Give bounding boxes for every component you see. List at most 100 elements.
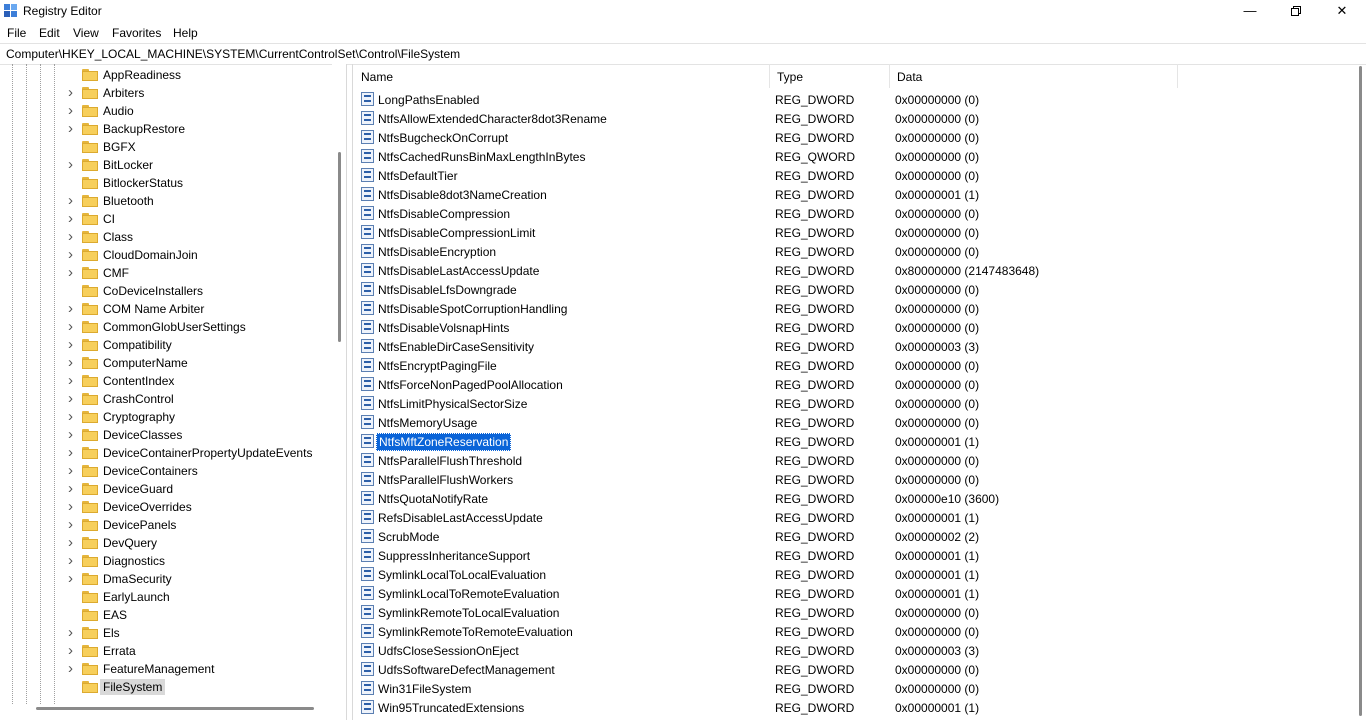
chevron-right-icon[interactable]: ›	[68, 571, 78, 586]
tree-item[interactable]: › ContentIndex	[0, 372, 330, 390]
value-row[interactable]: NtfsDisableLastAccessUpdate REG_DWORD 0x80…	[353, 261, 1353, 280]
value-row[interactable]: SymlinkLocalToRemoteEvaluation REG_DWORD 0…	[353, 584, 1353, 603]
value-row[interactable]: NtfsDisableSpotCorruptionHandling REG_DWO…	[353, 299, 1353, 318]
tree-item[interactable]: › CloudDomainJoin	[0, 246, 330, 264]
tree-item[interactable]: › CMF	[0, 264, 330, 282]
value-row[interactable]: SymlinkRemoteToLocalEvaluation REG_DWORD 0…	[353, 603, 1353, 622]
tree-item[interactable]: › BitLocker	[0, 156, 330, 174]
value-row[interactable]: NtfsEncryptPagingFile REG_DWORD 0x00000000…	[353, 356, 1353, 375]
value-row[interactable]: NtfsDisableEncryption REG_DWORD 0x00000000…	[353, 242, 1353, 261]
tree-item[interactable]: › Audio	[0, 102, 330, 120]
value-row[interactable]: UdfsSoftwareDefectManagement REG_DWORD 0x0…	[353, 660, 1353, 679]
tree-item[interactable]: FileSystem	[0, 678, 330, 696]
tree-item[interactable]: BGFX	[0, 138, 330, 156]
menu-view[interactable]: View	[73, 26, 99, 40]
chevron-right-icon[interactable]: ›	[68, 211, 78, 226]
tree-item[interactable]: BitlockerStatus	[0, 174, 330, 192]
tree-item[interactable]: › Cryptography	[0, 408, 330, 426]
chevron-right-icon[interactable]: ›	[68, 661, 78, 676]
menu-favorites[interactable]: Favorites	[112, 26, 161, 40]
tree-item[interactable]: › CI	[0, 210, 330, 228]
chevron-right-icon[interactable]: ›	[68, 535, 78, 550]
tree-item[interactable]: › DmaSecurity	[0, 570, 330, 588]
chevron-right-icon[interactable]: ›	[68, 265, 78, 280]
value-row[interactable]: NtfsDisableVolsnapHints REG_DWORD 0x000000…	[353, 318, 1353, 337]
value-row[interactable]: NtfsDisableCompressionLimit REG_DWORD 0x00…	[353, 223, 1353, 242]
chevron-right-icon[interactable]: ›	[68, 445, 78, 460]
value-row[interactable]: NtfsLimitPhysicalSectorSize REG_DWORD 0x00…	[353, 394, 1353, 413]
value-row[interactable]: ScrubMode REG_DWORD 0x00000002 (2)	[353, 527, 1353, 546]
menu-file[interactable]: File	[7, 26, 26, 40]
tree-item[interactable]: › ComputerName	[0, 354, 330, 372]
chevron-right-icon[interactable]: ›	[68, 373, 78, 388]
column-header-data[interactable]: Data	[889, 64, 1178, 88]
value-row[interactable]: RefsDisableLastAccessUpdate REG_DWORD 0x00…	[353, 508, 1353, 527]
chevron-right-icon[interactable]: ›	[68, 481, 78, 496]
value-row[interactable]: NtfsMftZoneReservation REG_DWORD 0x0000000…	[353, 432, 1353, 451]
value-row[interactable]: NtfsParallelFlushWorkers REG_DWORD 0x00000…	[353, 470, 1353, 489]
value-row[interactable]: NtfsAllowExtendedCharacter8dot3Rename REG…	[353, 109, 1353, 128]
chevron-right-icon[interactable]: ›	[68, 319, 78, 334]
tree-vertical-scroll-thumb[interactable]	[338, 152, 341, 342]
minimize-button[interactable]: —	[1227, 0, 1273, 22]
tree-item[interactable]: › DeviceGuard	[0, 480, 330, 498]
chevron-right-icon[interactable]: ›	[68, 643, 78, 658]
column-header-type[interactable]: Type	[769, 64, 890, 88]
value-row[interactable]: NtfsDisableCompression REG_DWORD 0x0000000…	[353, 204, 1353, 223]
chevron-right-icon[interactable]: ›	[68, 85, 78, 100]
value-row[interactable]: SymlinkRemoteToRemoteEvaluation REG_DWORD…	[353, 622, 1353, 641]
tree-horizontal-scroll-thumb[interactable]	[36, 707, 314, 710]
chevron-right-icon[interactable]: ›	[68, 463, 78, 478]
value-row[interactable]: NtfsBugcheckOnCorrupt REG_DWORD 0x00000000…	[353, 128, 1353, 147]
chevron-right-icon[interactable]: ›	[68, 517, 78, 532]
chevron-right-icon[interactable]: ›	[68, 625, 78, 640]
tree-item[interactable]: CoDeviceInstallers	[0, 282, 330, 300]
chevron-right-icon[interactable]: ›	[68, 157, 78, 172]
chevron-right-icon[interactable]: ›	[68, 301, 78, 316]
value-row[interactable]: Win31FileSystem REG_DWORD 0x00000000 (0)	[353, 679, 1353, 698]
chevron-right-icon[interactable]: ›	[68, 427, 78, 442]
chevron-right-icon[interactable]: ›	[68, 247, 78, 262]
tree-item[interactable]: › Bluetooth	[0, 192, 330, 210]
chevron-right-icon[interactable]: ›	[68, 229, 78, 244]
tree-item[interactable]: › FeatureManagement	[0, 660, 330, 678]
tree-item[interactable]: › CommonGlobUserSettings	[0, 318, 330, 336]
tree-item[interactable]: › DeviceContainers	[0, 462, 330, 480]
menu-help[interactable]: Help	[173, 26, 198, 40]
close-button[interactable]: ✕	[1319, 0, 1365, 22]
chevron-right-icon[interactable]: ›	[68, 553, 78, 568]
tree-item[interactable]: › DeviceOverrides	[0, 498, 330, 516]
menu-edit[interactable]: Edit	[39, 26, 60, 40]
chevron-right-icon[interactable]: ›	[68, 103, 78, 118]
tree-item[interactable]: › Diagnostics	[0, 552, 330, 570]
value-row[interactable]: UdfsCloseSessionOnEject REG_DWORD 0x000000…	[353, 641, 1353, 660]
tree-item[interactable]: EarlyLaunch	[0, 588, 330, 606]
key-tree-pane[interactable]: AppReadiness › Arbiters › Audio › BackupRestor…	[0, 64, 347, 720]
value-row[interactable]: SuppressInheritanceSupport REG_DWORD 0x000…	[353, 546, 1353, 565]
value-row[interactable]: NtfsQuotaNotifyRate REG_DWORD 0x00000e10 (…	[353, 489, 1353, 508]
tree-item[interactable]: › Compatibility	[0, 336, 330, 354]
chevron-right-icon[interactable]: ›	[68, 193, 78, 208]
tree-item[interactable]: › Arbiters	[0, 84, 330, 102]
tree-item[interactable]: › Class	[0, 228, 330, 246]
value-row[interactable]: SymlinkLocalToLocalEvaluation REG_DWORD 0x…	[353, 565, 1353, 584]
address-bar[interactable]: Computer\HKEY_LOCAL_MACHINE\SYSTEM\Curre…	[0, 43, 1366, 65]
list-vertical-scroll-thumb[interactable]	[1359, 66, 1362, 716]
maximize-button[interactable]	[1273, 0, 1319, 22]
value-row[interactable]: NtfsDefaultTier REG_DWORD 0x00000000 (0)	[353, 166, 1353, 185]
chevron-right-icon[interactable]: ›	[68, 121, 78, 136]
value-row[interactable]: NtfsDisable8dot3NameCreation REG_DWORD 0x0…	[353, 185, 1353, 204]
address-path[interactable]: Computer\HKEY_LOCAL_MACHINE\SYSTEM\Curre…	[6, 47, 460, 61]
value-row[interactable]: NtfsParallelFlushThreshold REG_DWORD 0x000…	[353, 451, 1353, 470]
tree-item[interactable]: › BackupRestore	[0, 120, 330, 138]
tree-item[interactable]: › CrashControl	[0, 390, 330, 408]
tree-item[interactable]: › Els	[0, 624, 330, 642]
tree-item[interactable]: › DevicePanels	[0, 516, 330, 534]
value-row[interactable]: Win95TruncatedExtensions REG_DWORD 0x00000…	[353, 698, 1353, 717]
value-row[interactable]: NtfsEnableDirCaseSensitivity REG_DWORD 0x0…	[353, 337, 1353, 356]
chevron-right-icon[interactable]: ›	[68, 409, 78, 424]
tree-item[interactable]: › Errata	[0, 642, 330, 660]
chevron-right-icon[interactable]: ›	[68, 355, 78, 370]
value-row[interactable]: NtfsDisableLfsDowngrade REG_DWORD 0x000000…	[353, 280, 1353, 299]
tree-item[interactable]: › DeviceClasses	[0, 426, 330, 444]
